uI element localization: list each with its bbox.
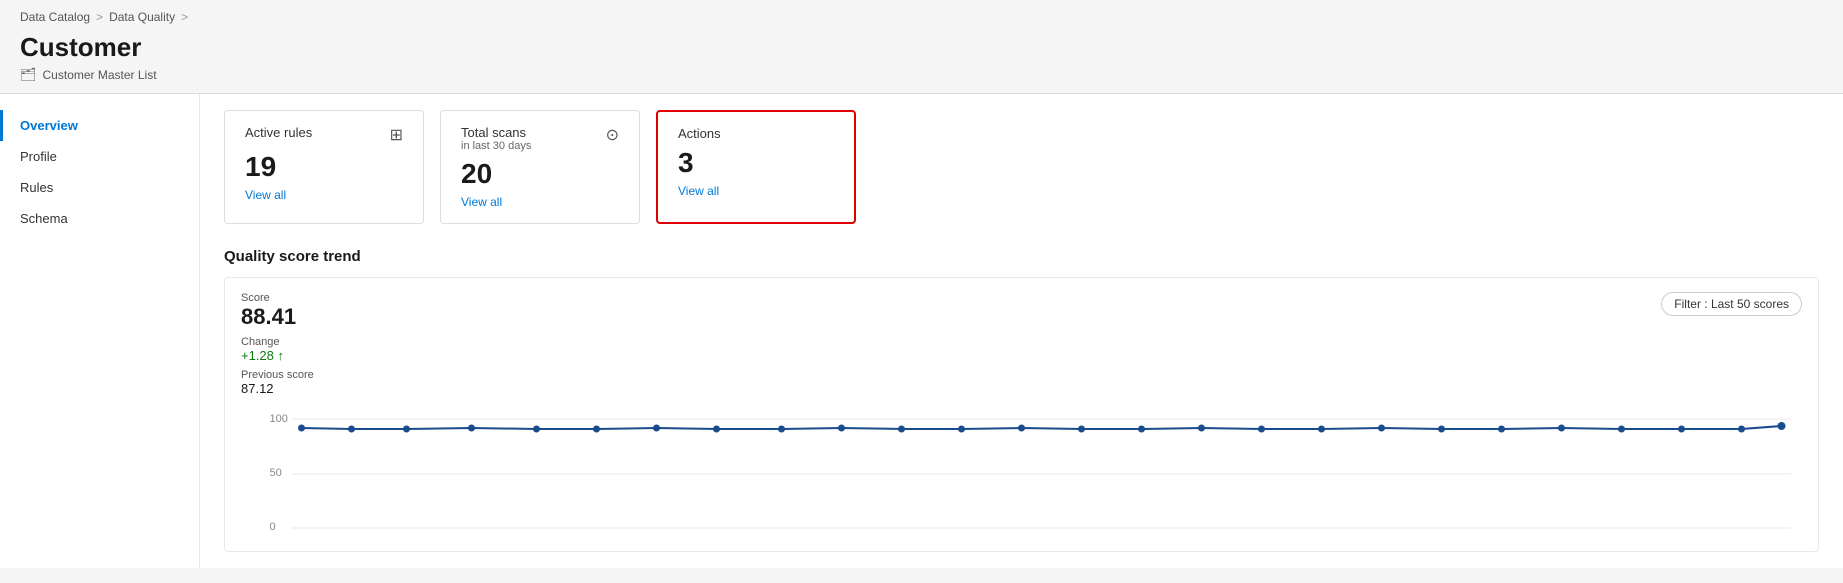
change-label: Change [241, 336, 314, 348]
page-title: Customer [20, 32, 1823, 63]
prev-score-label: Previous score [241, 369, 314, 381]
filter-button[interactable]: Filter : Last 50 scores [1661, 292, 1802, 316]
card-title-actions: Actions [678, 126, 721, 141]
chart-dot [403, 426, 410, 433]
card-header-rules: Active rules ⊞ [245, 125, 403, 145]
chart-dot [1318, 426, 1325, 433]
catalog-icon: 🗂 [20, 67, 37, 83]
breadcrumb-sep-2: > [181, 10, 188, 24]
header-section: Customer 🗂 Customer Master List [0, 28, 1843, 93]
prev-score-value: 87.12 [241, 381, 314, 396]
chart-top-row: Score 88.41 Change +1.28 ↑ Previous scor… [241, 292, 1802, 396]
score-label: Score [241, 292, 314, 304]
card-title-rules: Active rules [245, 125, 312, 140]
sidebar-label-rules: Rules [20, 180, 53, 195]
chart-dot [958, 426, 965, 433]
chart-svg-wrap: 100 50 0 [241, 404, 1802, 537]
sidebar-label-overview: Overview [20, 118, 78, 133]
breadcrumb-sep-1: > [96, 10, 103, 24]
chart-dot [1438, 426, 1445, 433]
chart-dot [713, 426, 720, 433]
card-title-scans: Total scans [461, 125, 531, 140]
sidebar: Overview Profile Rules Schema [0, 94, 200, 568]
chart-dot [1498, 426, 1505, 433]
chart-inner: Score 88.41 Change +1.28 ↑ Previous scor… [224, 277, 1819, 552]
main-layout: Overview Profile Rules Schema Active rul… [0, 94, 1843, 568]
breadcrumb: Data Catalog > Data Quality > [0, 0, 1843, 28]
chart-dot [533, 426, 540, 433]
chart-dot [468, 425, 475, 432]
card-header-actions: Actions [678, 126, 834, 141]
score-info: Score 88.41 Change +1.28 ↑ Previous scor… [241, 292, 314, 396]
chart-dot [1618, 426, 1625, 433]
breadcrumb-item-1[interactable]: Data Catalog [20, 10, 90, 24]
page-subtitle: Customer Master List [43, 68, 157, 82]
chart-dot [1558, 425, 1565, 432]
sidebar-item-overview[interactable]: Overview [0, 110, 199, 141]
sidebar-item-schema[interactable]: Schema [0, 203, 199, 234]
active-rules-card: Active rules ⊞ 19 View all [224, 110, 424, 224]
chart-section: Quality score trend Score 88.41 Change +… [224, 248, 1819, 552]
sidebar-item-rules[interactable]: Rules [0, 172, 199, 203]
svg-text:50: 50 [270, 467, 282, 479]
chart-dot-last [1778, 422, 1786, 430]
actions-card: Actions 3 View all [656, 110, 856, 224]
chart-dot [593, 426, 600, 433]
svg-text:100: 100 [270, 413, 288, 425]
card-value-actions: 3 [678, 147, 834, 179]
breadcrumb-item-2[interactable]: Data Quality [109, 10, 175, 24]
subtitle-row: 🗂 Customer Master List [20, 67, 1823, 83]
sidebar-label-profile: Profile [20, 149, 57, 164]
total-scans-card: Total scans in last 30 days ⊙ 20 View al… [440, 110, 640, 224]
card-value-rules: 19 [245, 151, 403, 183]
chart-section-title: Quality score trend [224, 248, 1819, 265]
view-all-actions[interactable]: View all [678, 184, 719, 198]
scans-icon: ⊙ [606, 125, 619, 145]
svg-text:0: 0 [270, 521, 276, 533]
chart-dot [1138, 426, 1145, 433]
sidebar-label-schema: Schema [20, 211, 68, 226]
chart-dot [1378, 425, 1385, 432]
card-value-scans: 20 [461, 158, 619, 190]
quality-trend-chart: 100 50 0 [241, 404, 1802, 534]
chart-dot [653, 425, 660, 432]
page-wrapper: Data Catalog > Data Quality > Customer 🗂… [0, 0, 1843, 583]
chart-dot [778, 426, 785, 433]
rules-icon: ⊞ [390, 125, 403, 145]
chart-dot [298, 425, 305, 432]
chart-dot [898, 426, 905, 433]
view-all-scans[interactable]: View all [461, 195, 502, 209]
content-area: Active rules ⊞ 19 View all Total scans i… [200, 94, 1843, 568]
sidebar-item-profile[interactable]: Profile [0, 141, 199, 172]
view-all-rules[interactable]: View all [245, 188, 286, 202]
change-value: +1.28 ↑ [241, 348, 314, 363]
chart-dot [1258, 426, 1265, 433]
chart-dot [838, 425, 845, 432]
chart-dot [1738, 426, 1745, 433]
chart-dot [1018, 425, 1025, 432]
chart-dot [1678, 426, 1685, 433]
card-subtitle-scans: in last 30 days [461, 140, 531, 152]
card-header-scans: Total scans in last 30 days ⊙ [461, 125, 619, 152]
score-value: 88.41 [241, 304, 314, 330]
chart-dot [348, 426, 355, 433]
cards-row: Active rules ⊞ 19 View all Total scans i… [224, 110, 1819, 224]
chart-dot [1198, 425, 1205, 432]
chart-dot [1078, 426, 1085, 433]
